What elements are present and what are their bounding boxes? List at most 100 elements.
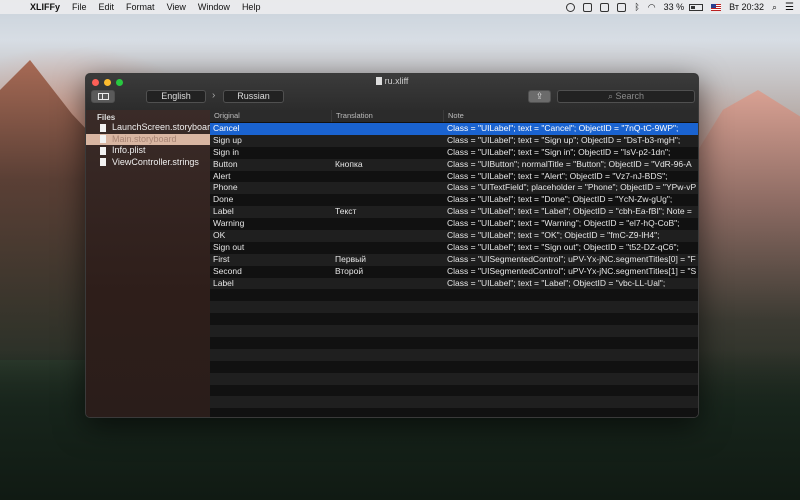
menu-format[interactable]: Format (126, 2, 155, 12)
translation-table: Original Translation Note Cancel Class = … (210, 110, 698, 417)
window-title-text: ru.xliff (384, 76, 409, 86)
table-row[interactable]: Sign up Class = "UILabel"; text = "Sign u… (210, 134, 698, 147)
photo-status-icon[interactable] (600, 2, 610, 12)
table-row[interactable]: Cancel Class = "UILabel"; text = "Cancel"… (210, 123, 698, 135)
file-item-info-plist[interactable]: Info.plist (86, 145, 210, 157)
table-row[interactable]: Warning Class = "UILabel"; text = "Warnin… (210, 218, 698, 231)
table-row[interactable]: Done Class = "UILabel"; text = "Done"; Ob… (210, 194, 698, 207)
table-row[interactable]: Sign in Class = "UILabel"; text = "Sign i… (210, 146, 698, 159)
cell-translation[interactable] (332, 242, 444, 254)
cell-original: Button (213, 158, 238, 169)
cell-note: Class = "UILabel"; text = "Label"; Objec… (447, 277, 666, 288)
file-item-launchscreen[interactable]: LaunchScreen.storyboard (86, 122, 210, 134)
empty-row (210, 313, 698, 326)
column-header-translation[interactable]: Translation (332, 110, 444, 122)
table-row[interactable]: Button Кнопка Class = "UIButton"; normalTi… (210, 158, 698, 171)
cell-translation[interactable] (332, 147, 444, 159)
menu-help[interactable]: Help (242, 2, 261, 12)
empty-row (210, 396, 698, 409)
table-header: Original Translation Note (210, 110, 698, 123)
table-row[interactable]: Phone Class = "UITextField"; placeholder … (210, 182, 698, 195)
input-source-flag-icon[interactable] (711, 3, 722, 11)
cell-note: Class = "UITextField"; placeholder = "Ph… (447, 182, 697, 193)
search-input[interactable]: ⌕ Search (557, 90, 695, 103)
wifi-icon[interactable]: ◠ (648, 2, 656, 13)
cell-translation[interactable] (332, 123, 444, 135)
cell-note: Class = "UILabel"; text = "OK"; ObjectID… (447, 230, 660, 241)
cell-original: OK (213, 230, 226, 241)
bluetooth-icon[interactable]: ᛒ (634, 2, 639, 12)
column-header-note[interactable]: Note (444, 110, 698, 122)
cell-note: Class = "UILabel"; text = "Alert"; Objec… (447, 170, 668, 181)
empty-row (210, 289, 698, 302)
target-language-button[interactable]: Russian (223, 90, 284, 103)
sidebar-toggle-button[interactable] (91, 90, 115, 103)
files-sidebar: Files LaunchScreen.storyboard Main.story… (86, 110, 211, 417)
cell-note: Class = "UILabel"; text = "Label"; Objec… (447, 206, 692, 217)
menu-file[interactable]: File (72, 2, 87, 12)
cell-translation[interactable] (332, 278, 444, 290)
file-icon (100, 123, 106, 132)
app-menu[interactable]: XLIFFy (30, 2, 60, 12)
table-row[interactable]: OK Class = "UILabel"; text = "OK"; Object… (210, 230, 698, 242)
table-row[interactable]: Second Второй Class = "UISegmentedControl"… (210, 265, 698, 278)
cell-translation[interactable]: Второй (332, 266, 444, 278)
column-header-original[interactable]: Original (210, 110, 332, 122)
table-row[interactable]: Sign out Class = "UILabel"; text = "Sign … (210, 241, 698, 254)
table-row[interactable]: Alert Class = "UILabel"; text = "Alert"; … (210, 170, 698, 183)
cell-translation[interactable]: Кнопка (332, 159, 444, 171)
cell-note: Class = "UILabel"; text = "Warning"; Obj… (447, 218, 680, 229)
cell-original: Warning (213, 218, 245, 229)
spotlight-icon[interactable]: ⌕ (772, 2, 777, 13)
table-body: Cancel Class = "UILabel"; text = "Cancel"… (210, 123, 698, 417)
cell-note: Class = "UILabel"; text = "Done"; Object… (447, 194, 673, 205)
table-row[interactable]: First Первый Class = "UISegmentedControl";… (210, 253, 698, 266)
cell-original: Done (213, 194, 234, 205)
empty-row (210, 372, 698, 385)
menu-view[interactable]: View (167, 2, 186, 12)
cell-original: Sign in (213, 146, 239, 157)
cell-note: Class = "UILabel"; text = "Sign out"; Ob… (447, 241, 679, 252)
cell-original: Sign out (213, 241, 245, 252)
file-icon (100, 135, 106, 143)
cell-translation[interactable] (332, 218, 444, 230)
cell-translation[interactable] (332, 194, 444, 206)
table-row[interactable]: Label Текст Class = "UILabel"; text = "Lab… (210, 206, 698, 219)
file-item-main-storyboard[interactable]: Main.storyboard (86, 133, 210, 145)
cell-original: Label (213, 206, 234, 217)
cell-translation[interactable]: Первый (332, 254, 444, 266)
cell-original: Sign up (213, 134, 242, 145)
cell-translation[interactable] (332, 135, 444, 147)
cell-original: Phone (213, 182, 238, 193)
files-header: Files (97, 113, 116, 122)
battery-icon[interactable] (689, 3, 704, 11)
empty-row (210, 348, 698, 361)
toolbar: ru.xliff English › Russian ⇪ ⌕ Search (86, 74, 698, 111)
file-icon (100, 158, 106, 166)
menu-edit[interactable]: Edit (99, 2, 115, 12)
cell-note: Class = "UILabel"; text = "Sign up"; Obj… (447, 134, 681, 145)
cell-translation[interactable] (332, 230, 444, 242)
empty-row (210, 301, 698, 314)
cell-original: Cancel (213, 123, 240, 133)
notification-center-icon[interactable]: ☰ (785, 2, 794, 13)
cell-note: Class = "UIButton"; normalTitle = "Butto… (447, 158, 692, 169)
calendar-status-icon[interactable] (583, 2, 593, 12)
screen-status-icon[interactable] (617, 2, 627, 12)
cell-translation[interactable] (332, 171, 444, 183)
empty-row (210, 408, 698, 417)
table-row[interactable]: Label Class = "UILabel"; text = "Label"; … (210, 277, 698, 290)
battery-percentage[interactable]: 33 % (664, 2, 685, 12)
source-language-button[interactable]: English (146, 90, 206, 103)
document-icon (375, 77, 382, 85)
cell-note: Class = "UILabel"; text = "Cancel"; Obje… (447, 123, 679, 133)
cell-translation[interactable] (332, 182, 444, 194)
share-button[interactable]: ⇪ (528, 90, 551, 103)
menu-window[interactable]: Window (198, 2, 230, 12)
file-item-viewcontroller-strings[interactable]: ViewController.strings (86, 157, 210, 169)
menu-clock[interactable]: Вт 20:32 (729, 2, 764, 12)
sync-status-icon[interactable] (566, 2, 576, 12)
cell-translation[interactable]: Текст (332, 206, 444, 218)
cell-note: Class = "UILabel"; text = "Sign in"; Obj… (447, 146, 671, 157)
cell-original: Label (213, 277, 234, 288)
